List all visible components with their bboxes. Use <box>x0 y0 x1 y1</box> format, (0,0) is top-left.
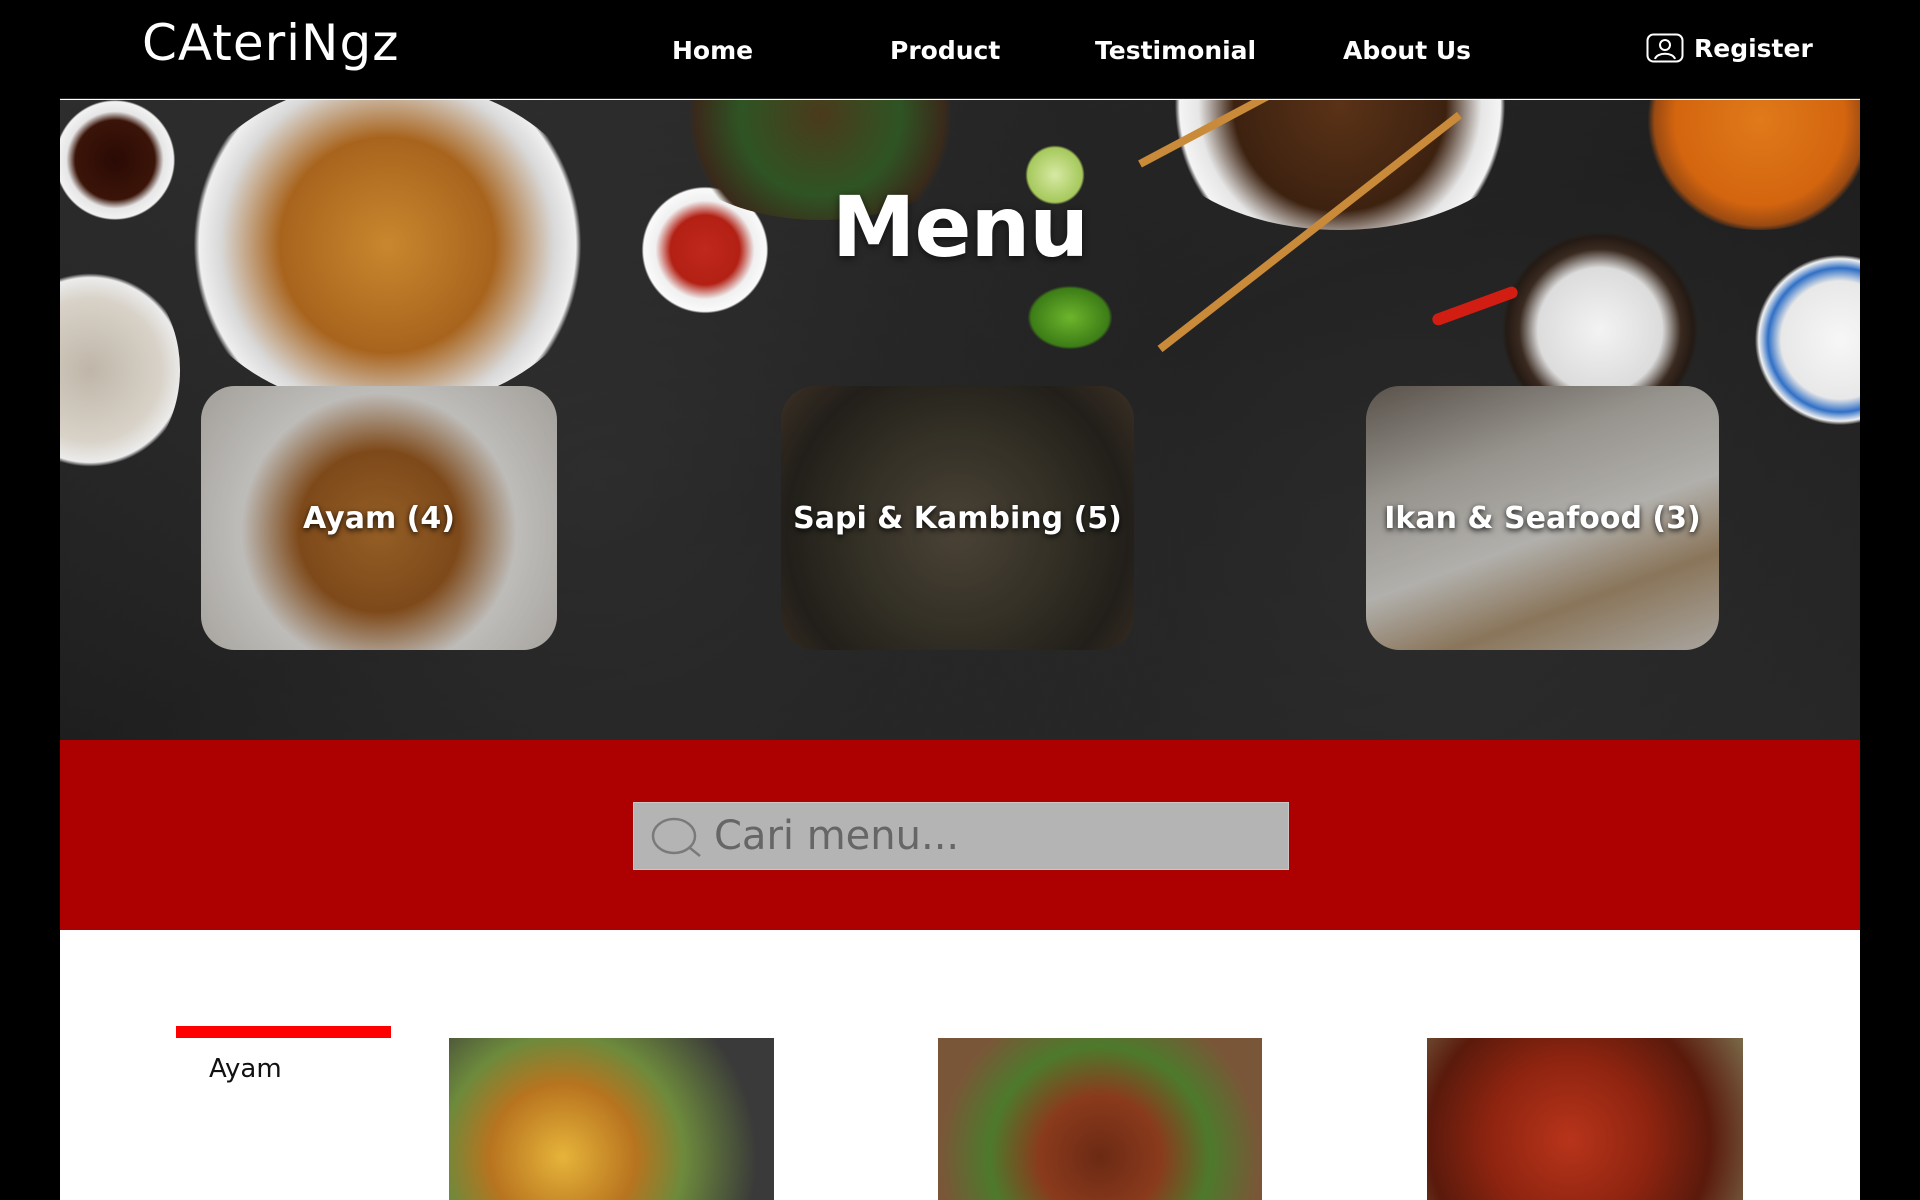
leaf-decoration <box>1020 280 1120 355</box>
category-label-ikan-seafood: Ikan & Seafood (3) <box>1384 500 1701 536</box>
active-category-indicator <box>176 1026 391 1038</box>
category-card-ikan-seafood[interactable]: Ikan & Seafood (3) <box>1366 386 1719 650</box>
category-card-sapi-kambing[interactable]: Sapi & Kambing (5) <box>781 386 1134 650</box>
product-card-3[interactable] <box>1427 1038 1743 1200</box>
category-label-sapi-kambing: Sapi & Kambing (5) <box>793 500 1122 536</box>
nav-product-link[interactable]: Product <box>890 36 1000 65</box>
nav-testimonial-link[interactable]: Testimonial <box>1095 36 1256 65</box>
search-icon <box>650 816 704 862</box>
search-section <box>60 740 1860 930</box>
side-plate-decoration <box>60 260 180 480</box>
category-label-ayam: Ayam (4) <box>303 500 455 536</box>
sidebar-category-ayam[interactable]: Ayam <box>209 1054 282 1084</box>
category-card-ayam[interactable]: Ayam (4) <box>201 386 557 650</box>
register-button[interactable]: Register <box>1646 33 1813 63</box>
menu-content: Ayam <box>60 930 1860 1200</box>
user-account-icon <box>1646 33 1684 63</box>
hero-title: Menu <box>831 178 1089 276</box>
nav-home-link[interactable]: Home <box>672 36 753 65</box>
product-card-2[interactable] <box>938 1038 1262 1200</box>
hero-banner: Menu Ayam (4) Sapi & Kambing (5) Ikan & … <box>60 100 1860 740</box>
page-frame: CAteriNgz Home Product Testimonial About… <box>60 0 1860 1200</box>
search-input[interactable] <box>714 803 1274 869</box>
brand-logo[interactable]: CAteriNgz <box>142 14 399 72</box>
top-navbar: CAteriNgz Home Product Testimonial About… <box>60 0 1860 99</box>
nav-about-us-link[interactable]: About Us <box>1343 36 1471 65</box>
product-card-1[interactable] <box>449 1038 774 1200</box>
search-bar[interactable] <box>633 802 1289 870</box>
register-label: Register <box>1694 33 1813 63</box>
